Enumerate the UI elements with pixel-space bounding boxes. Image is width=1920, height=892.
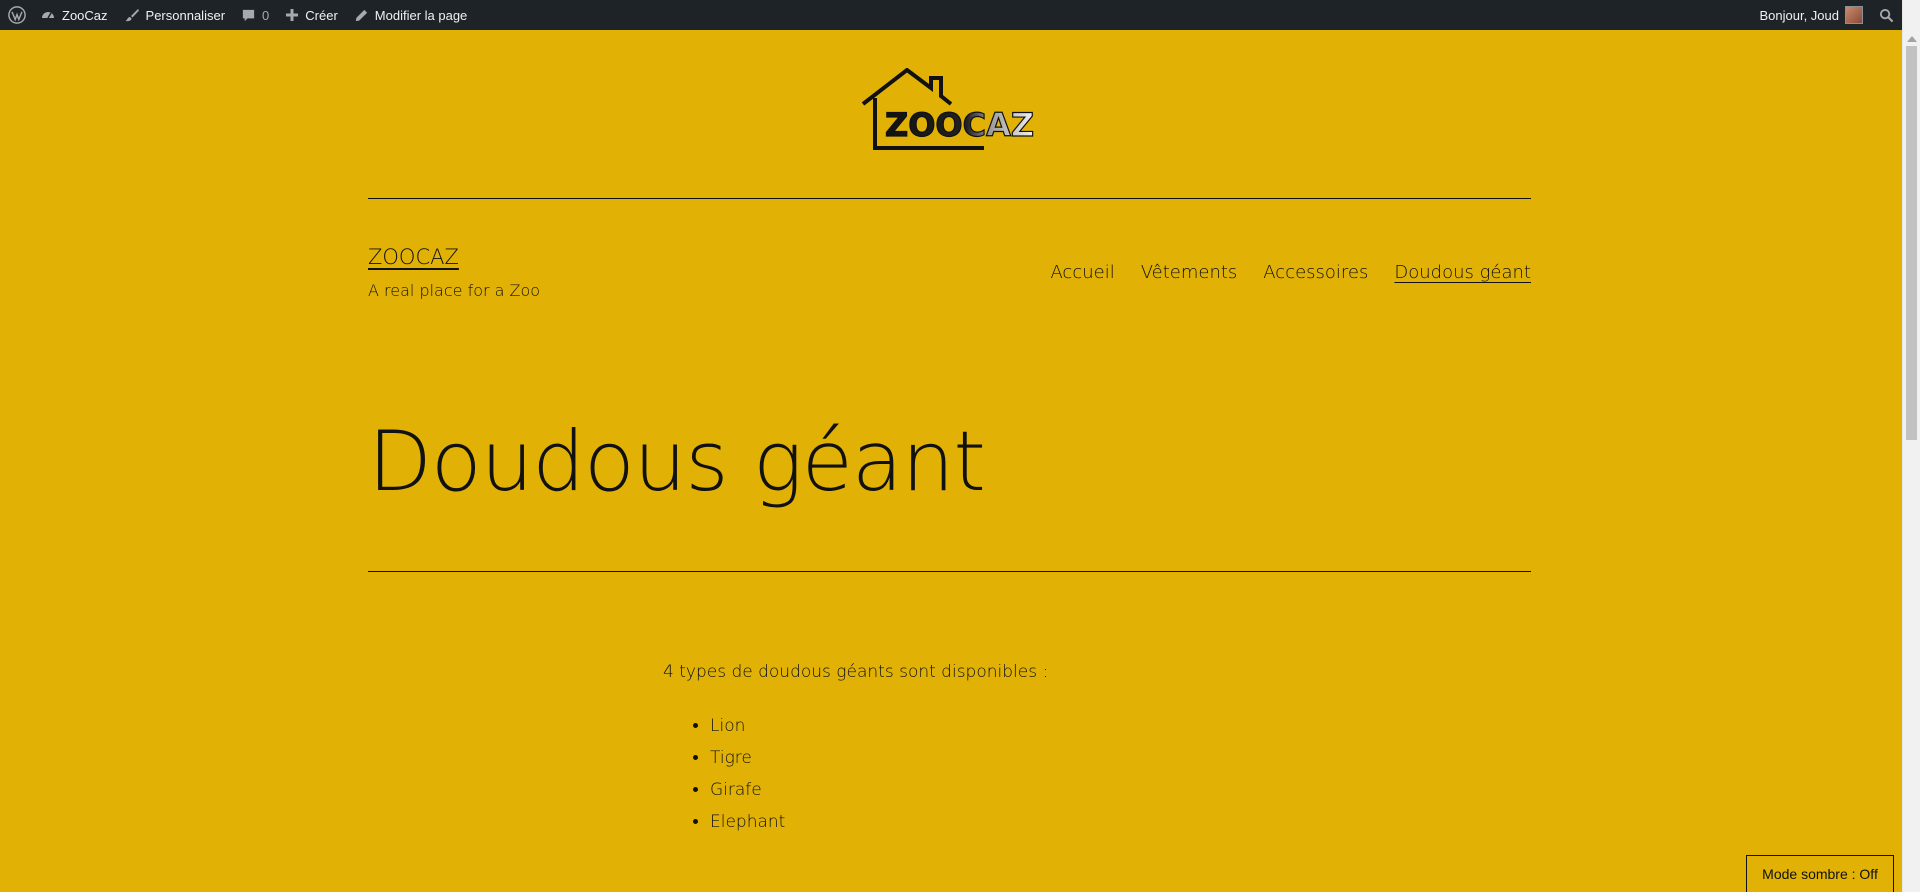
nav-item-accessoires[interactable]: Accessoires <box>1263 262 1368 283</box>
customize-label: Personnaliser <box>145 7 226 23</box>
nav-item-vetements[interactable]: Vêtements <box>1141 262 1238 283</box>
scroll-thumb[interactable] <box>1906 46 1917 440</box>
svg-text:ZOOCAZ: ZOOCAZ <box>885 106 1034 144</box>
dashboard-icon <box>40 7 56 23</box>
comments-link[interactable]: 0 <box>233 0 277 30</box>
dark-mode-toggle-button[interactable]: Mode sombre : Off <box>1746 855 1894 892</box>
plus-icon <box>285 8 299 22</box>
greeting-label: Bonjour, Joud <box>1759 7 1839 23</box>
primary-navigation: Accueil Vêtements Accessoires Doudous gé… <box>1050 262 1531 283</box>
edit-page-link[interactable]: Modifier la page <box>346 0 476 30</box>
wordpress-menu[interactable] <box>0 0 32 30</box>
page-scrollbar[interactable] <box>1902 0 1920 892</box>
list-item: Lion <box>710 710 1048 742</box>
nav-item-doudous-geant[interactable]: Doudous géant <box>1394 262 1531 283</box>
nav-item-accueil[interactable]: Accueil <box>1050 262 1114 283</box>
avatar <box>1845 6 1863 24</box>
paintbrush-icon <box>124 7 140 23</box>
page-content: 4 types de doudous géants sont disponibl… <box>663 662 1048 838</box>
admin-search-button[interactable] <box>1871 0 1902 30</box>
comments-count: 0 <box>262 7 270 23</box>
site-tagline: A real place for a Zoo <box>368 281 541 300</box>
site-name-label: ZooCaz <box>62 7 108 23</box>
list-item: Tigre <box>710 742 1048 774</box>
customize-link[interactable]: Personnaliser <box>116 0 234 30</box>
site-name-menu[interactable]: ZooCaz <box>32 0 116 30</box>
list-item: Girafe <box>710 774 1048 806</box>
pencil-icon <box>354 8 369 23</box>
search-icon <box>1879 8 1894 23</box>
comment-bubble-icon <box>241 8 256 23</box>
house-logo-icon: ZOOCAZ <box>861 67 1035 150</box>
list-item: Elephant <box>710 806 1048 838</box>
header-divider <box>368 198 1531 199</box>
title-divider <box>368 571 1531 572</box>
new-label: Créer <box>305 7 338 23</box>
wordpress-logo-icon <box>8 6 26 24</box>
admin-bar: ZooCaz Personnaliser 0 Créer Modifier la… <box>0 0 1902 30</box>
new-content-menu[interactable]: Créer <box>277 0 346 30</box>
site-title-link[interactable]: ZOOCAZ <box>368 245 459 269</box>
my-account-menu[interactable]: Bonjour, Joud <box>1751 0 1871 30</box>
site-logo[interactable]: ZOOCAZ <box>859 67 1041 152</box>
edit-page-label: Modifier la page <box>374 7 468 23</box>
page-title: Doudous géant <box>368 413 986 510</box>
scroll-up-arrow-icon[interactable] <box>1907 36 1917 42</box>
intro-paragraph: 4 types de doudous géants sont disponibl… <box>663 662 1049 682</box>
doudou-list: Lion Tigre Girafe Elephant <box>663 710 1048 838</box>
